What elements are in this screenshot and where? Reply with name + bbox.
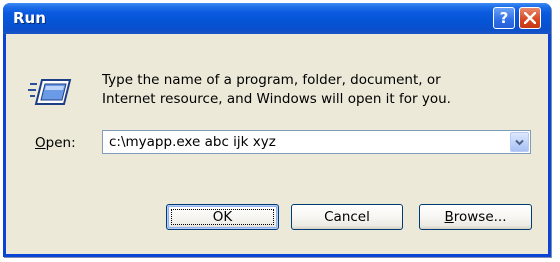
browse-label-mnemonic: B bbox=[444, 209, 454, 225]
dialog-body: Type the name of a program, folder, docu… bbox=[6, 34, 548, 254]
close-icon bbox=[524, 12, 536, 24]
description-text: Type the name of a program, folder, docu… bbox=[102, 71, 522, 109]
open-input[interactable]: c:\myapp.exe abc ijk xyz bbox=[109, 134, 276, 150]
run-icon bbox=[28, 79, 72, 105]
open-combobox[interactable]: c:\myapp.exe abc ijk xyz bbox=[102, 130, 531, 154]
browse-label-rest: rowse... bbox=[453, 209, 507, 225]
close-button[interactable] bbox=[519, 7, 541, 29]
browse-button[interactable]: Browse... bbox=[419, 204, 532, 230]
focus-rectangle bbox=[171, 209, 274, 225]
cancel-label: Cancel bbox=[324, 209, 370, 225]
chevron-down-icon bbox=[515, 139, 524, 146]
window-title: Run bbox=[13, 9, 46, 27]
help-icon: ? bbox=[499, 9, 509, 27]
description-line-2: Internet resource, and Windows will open… bbox=[102, 91, 451, 107]
help-button[interactable]: ? bbox=[493, 7, 515, 29]
open-label-rest: pen: bbox=[45, 135, 76, 151]
description-line-1: Type the name of a program, folder, docu… bbox=[102, 72, 441, 88]
run-dialog: Run ? Type the name of a program, folder… bbox=[3, 3, 551, 257]
dropdown-button[interactable] bbox=[510, 132, 529, 152]
cancel-button[interactable]: Cancel bbox=[291, 204, 403, 230]
open-label: Open: bbox=[35, 135, 76, 151]
open-label-mnemonic: O bbox=[35, 135, 46, 151]
title-bar[interactable]: Run ? bbox=[3, 3, 551, 34]
ok-button[interactable]: OK bbox=[166, 204, 279, 230]
